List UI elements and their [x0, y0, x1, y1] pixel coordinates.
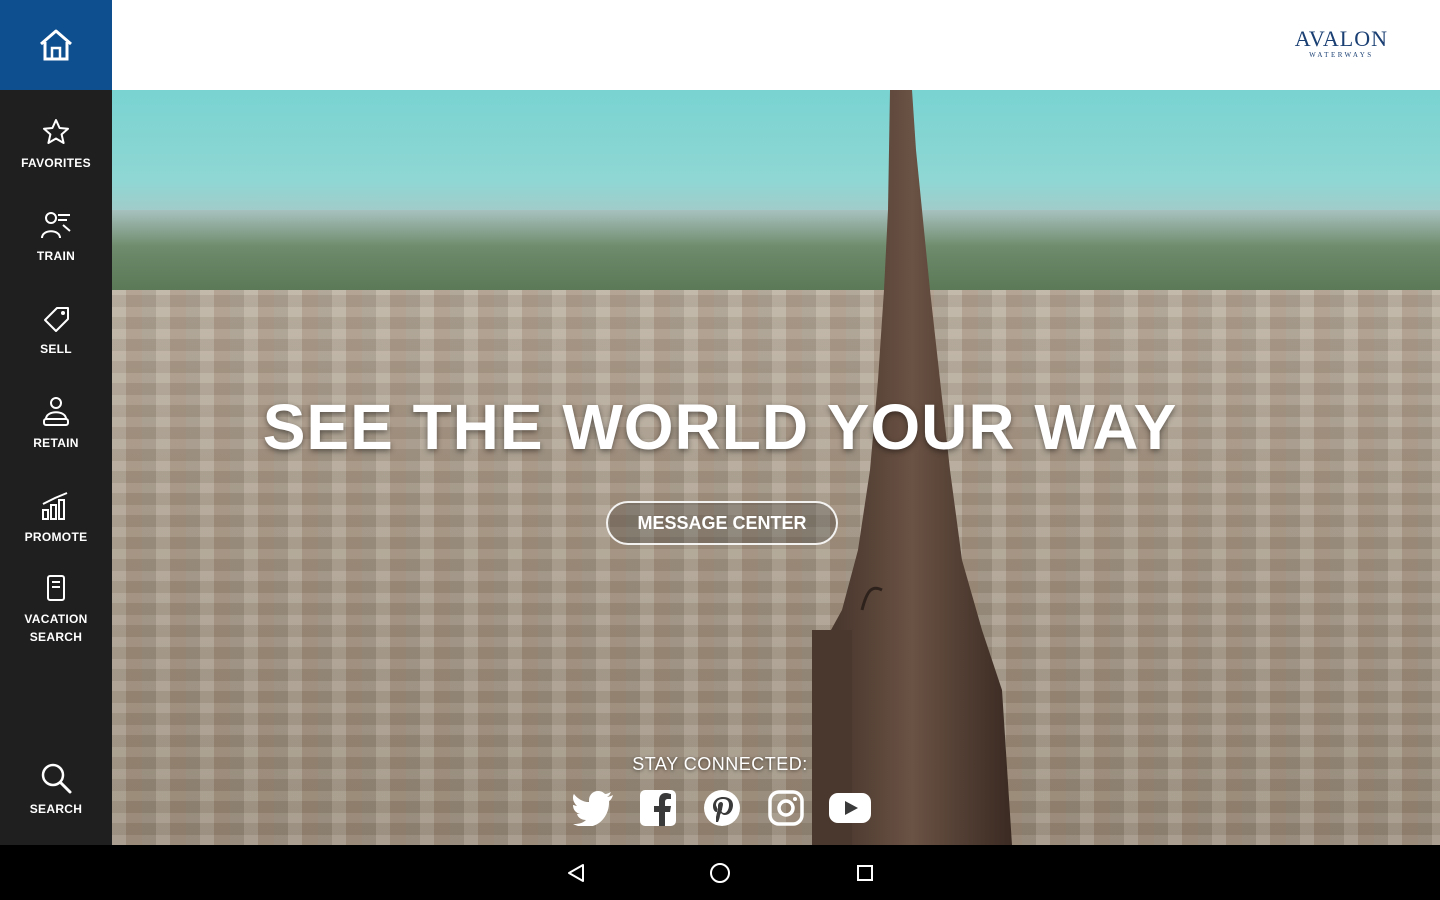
- sidebar-item-sell[interactable]: SELL: [0, 300, 112, 358]
- sidebar: FAVORITES TRAIN SELL RETAIN PROMOTE VACA…: [0, 0, 112, 845]
- sidebar-item-label: TRAIN: [36, 249, 76, 263]
- sidebar-item-vacation-search[interactable]: VACATION SEARCH: [0, 570, 112, 646]
- pinterest-icon[interactable]: [700, 786, 744, 830]
- sidebar-item-train[interactable]: TRAIN: [0, 207, 112, 265]
- sidebar-item-search[interactable]: SEARCH: [0, 760, 112, 818]
- sidebar-item-favorites[interactable]: FAVORITES: [0, 114, 112, 172]
- sidebar-item-label: SEARCH: [29, 802, 83, 816]
- sidebar-item-retain[interactable]: RETAIN: [0, 394, 112, 452]
- search-icon: [38, 760, 74, 796]
- header-bar: AVALON WATERWAYS: [112, 0, 1440, 90]
- hero-title: SEE THE WORLD YOUR WAY: [262, 391, 1178, 463]
- home-circle-icon[interactable]: [706, 859, 734, 887]
- logo-sub-text: WATERWAYS: [1309, 51, 1374, 59]
- stay-connected-label: STAY CONNECTED:: [632, 754, 808, 774]
- home-button[interactable]: [0, 0, 112, 90]
- message-center-button[interactable]: MESSAGE CENTER: [606, 501, 838, 545]
- app-window: AVALON WATERWAYS FAVORITES TRAIN SELL RE…: [0, 0, 1440, 845]
- train-icon: [38, 207, 74, 243]
- twitter-icon[interactable]: [572, 786, 616, 830]
- sidebar-item-promote[interactable]: PROMOTE: [0, 488, 112, 546]
- system-navigation-bar: [0, 845, 1440, 900]
- people-icon: [38, 394, 74, 430]
- instagram-icon[interactable]: [764, 786, 808, 830]
- star-icon: [38, 114, 74, 150]
- youtube-icon[interactable]: [828, 786, 872, 830]
- home-icon: [40, 29, 72, 61]
- sidebar-item-label: VACATION SEARCH: [24, 612, 88, 644]
- facebook-icon[interactable]: [636, 786, 680, 830]
- recents-icon[interactable]: [851, 859, 879, 887]
- sell-tag-icon: [38, 300, 74, 336]
- avalon-logo[interactable]: AVALON WATERWAYS: [1295, 28, 1388, 60]
- hero-horizon: [112, 210, 1440, 300]
- sidebar-item-label: PROMOTE: [24, 530, 88, 544]
- bar-chart-icon: [38, 488, 74, 524]
- sidebar-item-label: RETAIN: [33, 436, 79, 450]
- back-icon[interactable]: [562, 859, 590, 887]
- hero-banner: SEE THE WORLD YOUR WAY MESSAGE CENTER ST…: [112, 90, 1440, 845]
- social-links: [572, 786, 872, 830]
- logo-main-text: AVALON: [1294, 26, 1388, 51]
- sidebar-item-label: FAVORITES: [21, 156, 91, 170]
- sidebar-item-label: SELL: [40, 342, 72, 356]
- document-icon: [38, 570, 74, 606]
- cathedral-spire-image: [812, 90, 1012, 845]
- hero-sky: [112, 90, 1440, 220]
